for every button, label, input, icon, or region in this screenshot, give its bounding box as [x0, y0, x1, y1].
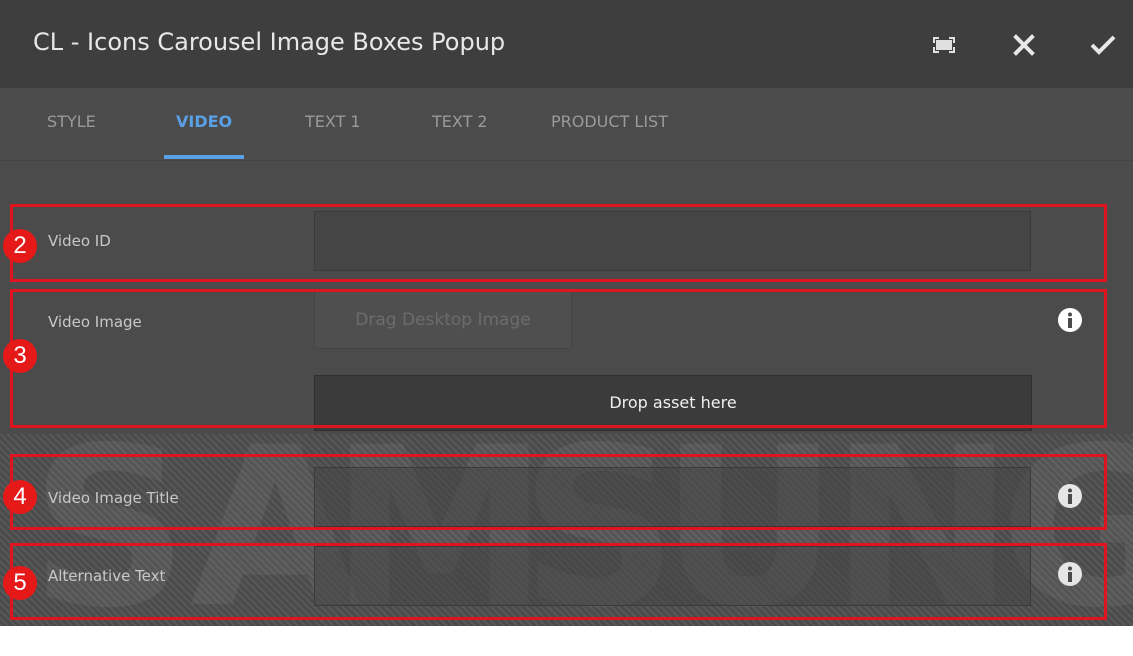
- tab-bar: STYLE VIDEO TEXT 1 TEXT 2 PRODUCT LIST: [0, 88, 1133, 161]
- active-tab-indicator: [164, 155, 244, 159]
- tab-product-list[interactable]: PRODUCT LIST: [551, 112, 668, 131]
- confirm-button[interactable]: [1086, 28, 1120, 62]
- annotation-badge: 4: [3, 480, 37, 514]
- tab-video[interactable]: VIDEO: [176, 112, 232, 131]
- annotation-box-video-id: [10, 204, 1107, 282]
- dialog-title: CL - Icons Carousel Image Boxes Popup: [33, 28, 506, 56]
- annotation-box-video-image-title: [10, 454, 1107, 530]
- fullscreen-button[interactable]: [927, 28, 961, 62]
- tab-text-2[interactable]: TEXT 2: [432, 112, 488, 131]
- close-icon: [1013, 34, 1035, 56]
- annotation-box-video-image: [10, 289, 1107, 428]
- tab-style[interactable]: STYLE: [47, 112, 96, 131]
- close-button[interactable]: [1007, 28, 1041, 62]
- annotation-box-alternative-text: [10, 543, 1107, 620]
- dialog: S A M S U N G CL - Icons Carousel Image …: [0, 0, 1133, 638]
- tab-text-1[interactable]: TEXT 1: [305, 112, 361, 131]
- annotation-badge: 2: [3, 229, 37, 263]
- annotation-badge: 3: [3, 339, 37, 373]
- checkmark-icon: [1090, 35, 1116, 55]
- fullscreen-icon: [933, 37, 955, 53]
- annotation-badge: 5: [3, 566, 37, 600]
- title-bar: CL - Icons Carousel Image Boxes Popup: [0, 0, 1133, 89]
